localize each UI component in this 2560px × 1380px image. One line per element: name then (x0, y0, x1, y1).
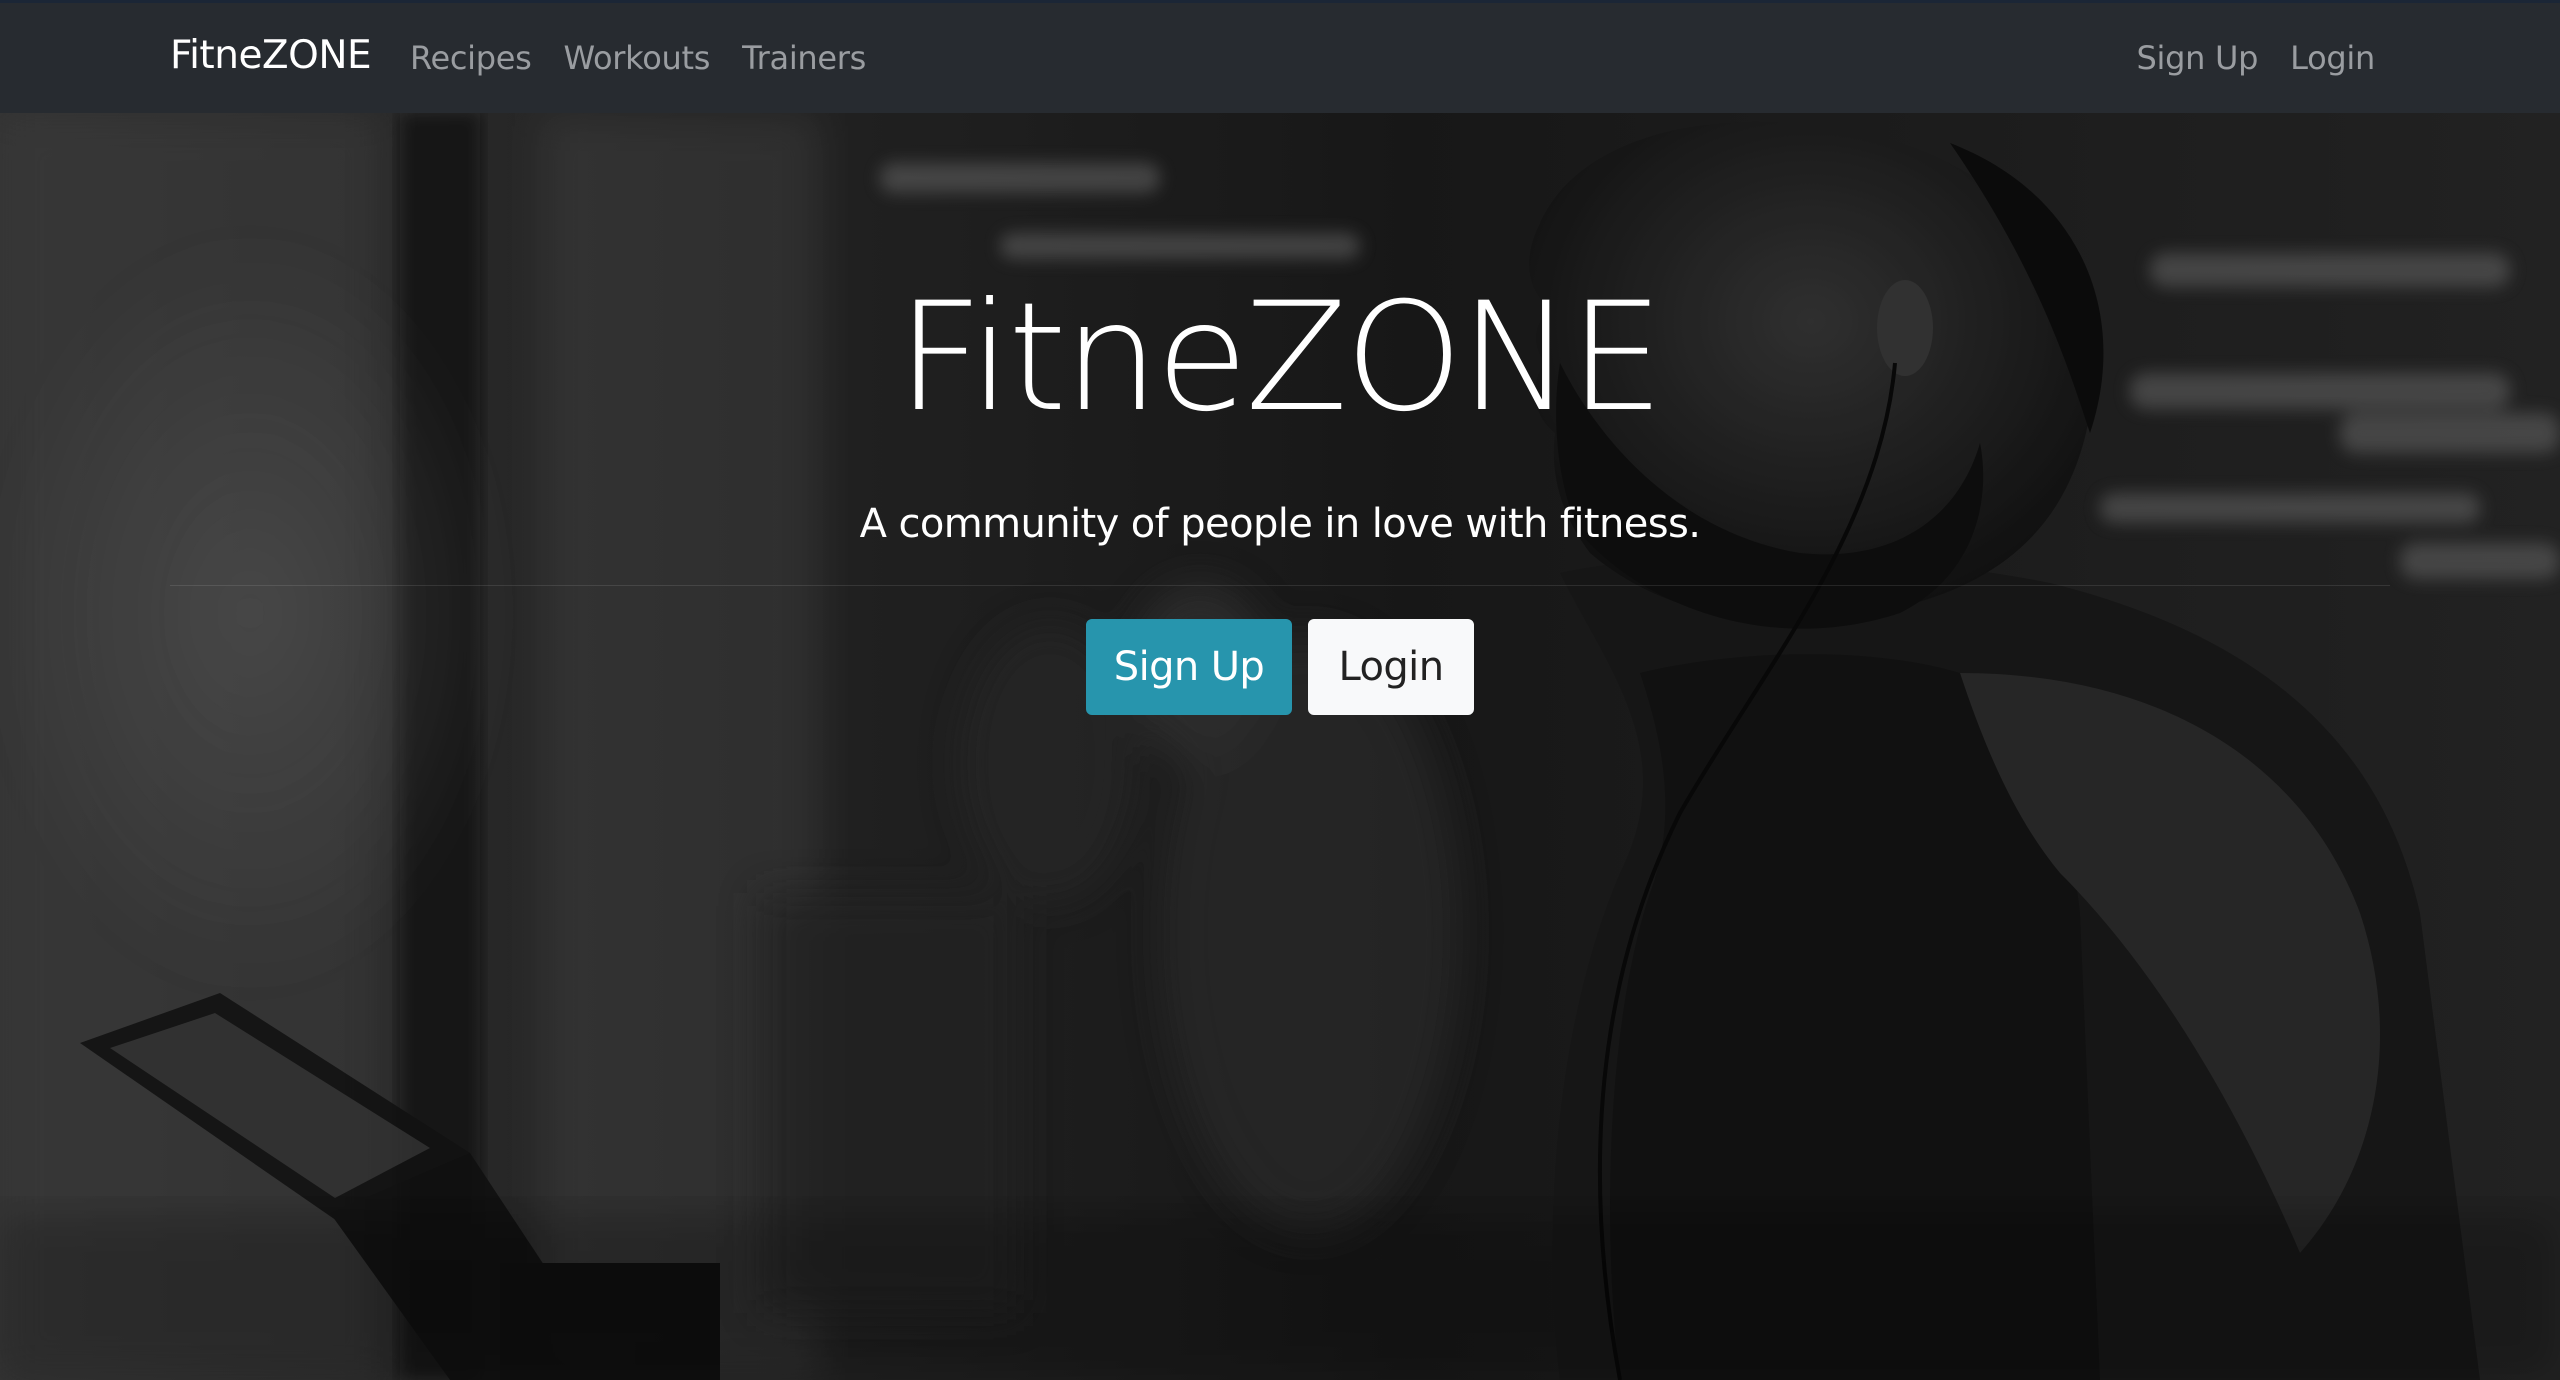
top-navbar: FitneZONE Recipes Workouts Trainers Sign… (0, 0, 2560, 113)
nav-link-sign-up[interactable]: Sign Up (2137, 39, 2259, 77)
nav-link-login[interactable]: Login (2290, 39, 2375, 77)
sign-up-button[interactable]: Sign Up (1086, 619, 1292, 715)
hero-subtitle: A community of people in love with fitne… (859, 501, 1701, 547)
hero-title-text: FitneZONE (896, 271, 1664, 445)
nav-right-group: Sign Up Login (2137, 39, 2376, 77)
nav-link-recipes[interactable]: Recipes (410, 39, 532, 77)
hero-title: FitneZONE (0, 283, 2560, 433)
page: FitneZONE Recipes Workouts Trainers Sign… (0, 0, 2560, 1380)
login-button[interactable]: Login (1308, 619, 1474, 715)
brand-link[interactable]: FitneZONE (170, 33, 372, 78)
hero-section: FitneZONE A community of people in love … (0, 113, 2560, 1380)
nav-link-trainers[interactable]: Trainers (742, 39, 866, 77)
nav-left-group: Recipes Workouts Trainers (410, 39, 866, 77)
hero-divider (170, 585, 2390, 586)
nav-link-workouts[interactable]: Workouts (564, 39, 711, 77)
